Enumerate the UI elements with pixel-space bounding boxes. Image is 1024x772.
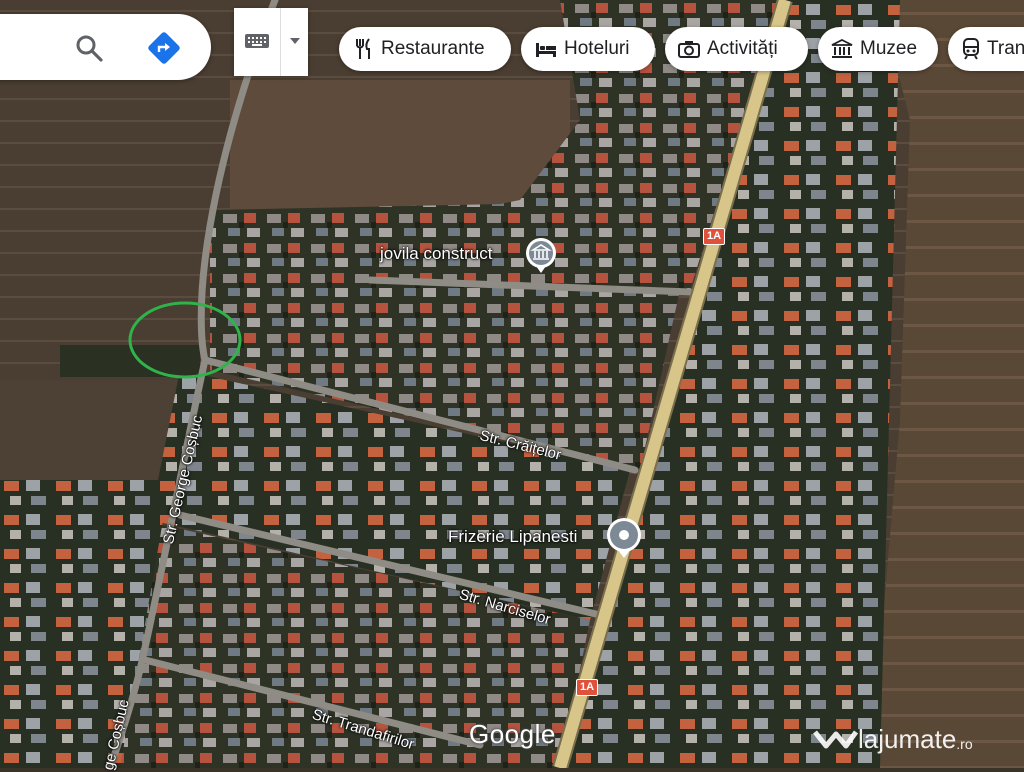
place-label-frizerie[interactable]: Frizerie Lipanesti: [448, 527, 577, 547]
chip-label: Activități: [707, 38, 778, 59]
museum-icon: [831, 39, 853, 58]
road-shield-1a: 1A: [703, 228, 725, 245]
chip-activitati[interactable]: Activități: [665, 27, 808, 71]
chip-label: Muzee: [860, 38, 918, 59]
lajumate-logo-icon: [813, 730, 858, 749]
chip-label: Restaurante: [381, 38, 485, 59]
chip-label: Hoteluri: [564, 38, 630, 59]
watermark-text: lajumate: [858, 723, 957, 754]
chip-label: Tran: [987, 38, 1024, 59]
field-north: [230, 80, 570, 210]
camera-icon: [678, 41, 700, 58]
chip-hoteluri[interactable]: Hoteluri: [521, 27, 655, 71]
satellite-map[interactable]: [0, 0, 1024, 768]
bed-icon: [536, 43, 556, 57]
search-box[interactable]: [0, 14, 211, 80]
search-icon[interactable]: [74, 33, 104, 63]
chip-restaurante[interactable]: Restaurante: [339, 27, 511, 71]
watermark-tld: .ro: [956, 736, 973, 752]
caret-down-icon[interactable]: [288, 36, 302, 46]
divider: [280, 8, 281, 76]
directions-icon[interactable]: [147, 31, 181, 65]
chip-transport[interactable]: Tran: [948, 27, 1024, 71]
place-label-jovila[interactable]: jovila construct: [380, 244, 492, 264]
chip-muzee[interactable]: Muzee: [818, 27, 938, 71]
fork-knife-icon: [356, 38, 370, 59]
watermark: lajumate .ro: [812, 720, 973, 758]
google-logo: Google: [469, 719, 556, 749]
tree-row: [60, 345, 200, 377]
road-shield-1a: 1A: [576, 679, 598, 696]
field-west: [0, 380, 180, 490]
keyboard-icon[interactable]: [244, 30, 270, 52]
train-icon: [963, 38, 979, 60]
input-tools-button[interactable]: [234, 8, 308, 76]
